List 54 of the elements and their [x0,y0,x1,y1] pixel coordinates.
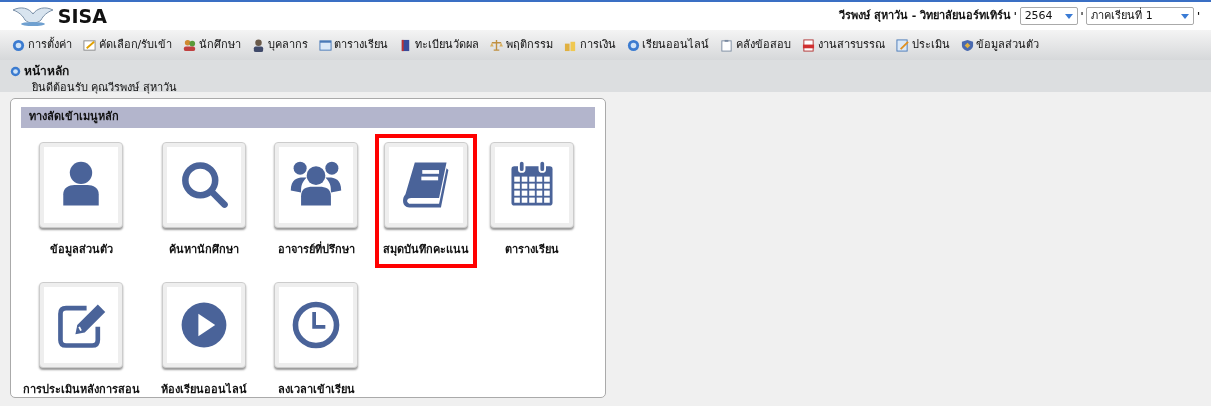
separator-mark: ' [1080,9,1084,24]
shortcut-tile[interactable] [384,141,468,228]
menu-item[interactable]: ทะเบียนวัดผล [415,38,480,52]
shortcut-label: ห้องเรียนออนไลน์ [161,382,247,398]
shortcut-label: ข้อมูลส่วนตัว [49,241,113,258]
shortcut-tile[interactable] [39,141,123,228]
menu-item[interactable]: ประเมิน [911,38,950,52]
gear-icon [12,38,25,52]
menu-item[interactable]: เรียนออนไลน์ [642,38,710,52]
separator-mark: ' [1013,9,1017,24]
shortcut-label: ลงเวลาเข้าเรียน [277,382,355,398]
shortcut-tile[interactable] [162,141,246,228]
caret-icon [1064,13,1073,19]
menu-item[interactable]: ข้อมูลส่วนตัว [976,38,1040,52]
window-icon [318,38,332,52]
caret-icon [1181,13,1190,19]
menu-item[interactable]: คัดเลือก/รับเข้า [98,38,173,52]
menu-item[interactable]: การเงิน [579,38,616,52]
page-title: หน้าหลัก [23,63,69,80]
menu-item[interactable]: พฤติกรรม [505,38,553,52]
shield-icon [960,38,974,52]
shortcut-tile[interactable] [490,141,574,228]
shortcut-label: อาจารย์ที่ปรึกษา [277,241,355,258]
person-icon [251,38,265,52]
term-select[interactable]: ภาคเรียนที่ 1 [1086,7,1195,25]
menu-item[interactable]: การตั้งค่า [27,38,72,52]
app-logo-text: SISA [57,6,107,26]
user-school-name: วีรพงษ์ สุหาวัน - วิทยาลัยนอร์ทเทิร์น [839,7,1012,24]
menu-item[interactable]: ตารางเรียน [334,38,389,52]
gear-icon [626,38,640,52]
shortcut-label: สมุดบันทึกคะแนน [383,241,469,258]
gear-icon [10,65,21,77]
panel-header: ทางลัดเข้าเมนูหลัก [21,107,595,128]
welcome-text: ยินดีต้อนรับ คุณวีรพงษ์ สุหาวัน [31,80,178,96]
shortcut-label: ค้นหานักศึกษา [169,241,239,258]
separator-mark: ' [1196,9,1200,24]
note-icon [82,38,96,52]
menu-item[interactable]: นักศึกษา [198,38,241,52]
bird-logo-icon [11,4,55,28]
people-icon [183,38,197,52]
menu-item[interactable]: คลังข้อสอบ [736,38,792,52]
clipboard-icon [720,38,734,52]
shortcut-tile[interactable] [39,282,123,368]
shortcut-tile[interactable] [274,282,358,368]
scale-icon [490,38,504,52]
menu-item[interactable]: งานสารบรรณ [817,38,885,52]
form-icon [895,38,909,52]
shortcut-tile[interactable] [162,282,246,368]
shortcut-label: ตารางเรียน [505,241,559,258]
document-icon [802,38,816,52]
shortcut-tile[interactable] [274,141,358,228]
menu-item[interactable]: บุคลากร [267,38,308,52]
year-select[interactable]: 2564 [1019,7,1078,25]
shortcut-label: การประเมินหลังการสอน [22,382,140,398]
